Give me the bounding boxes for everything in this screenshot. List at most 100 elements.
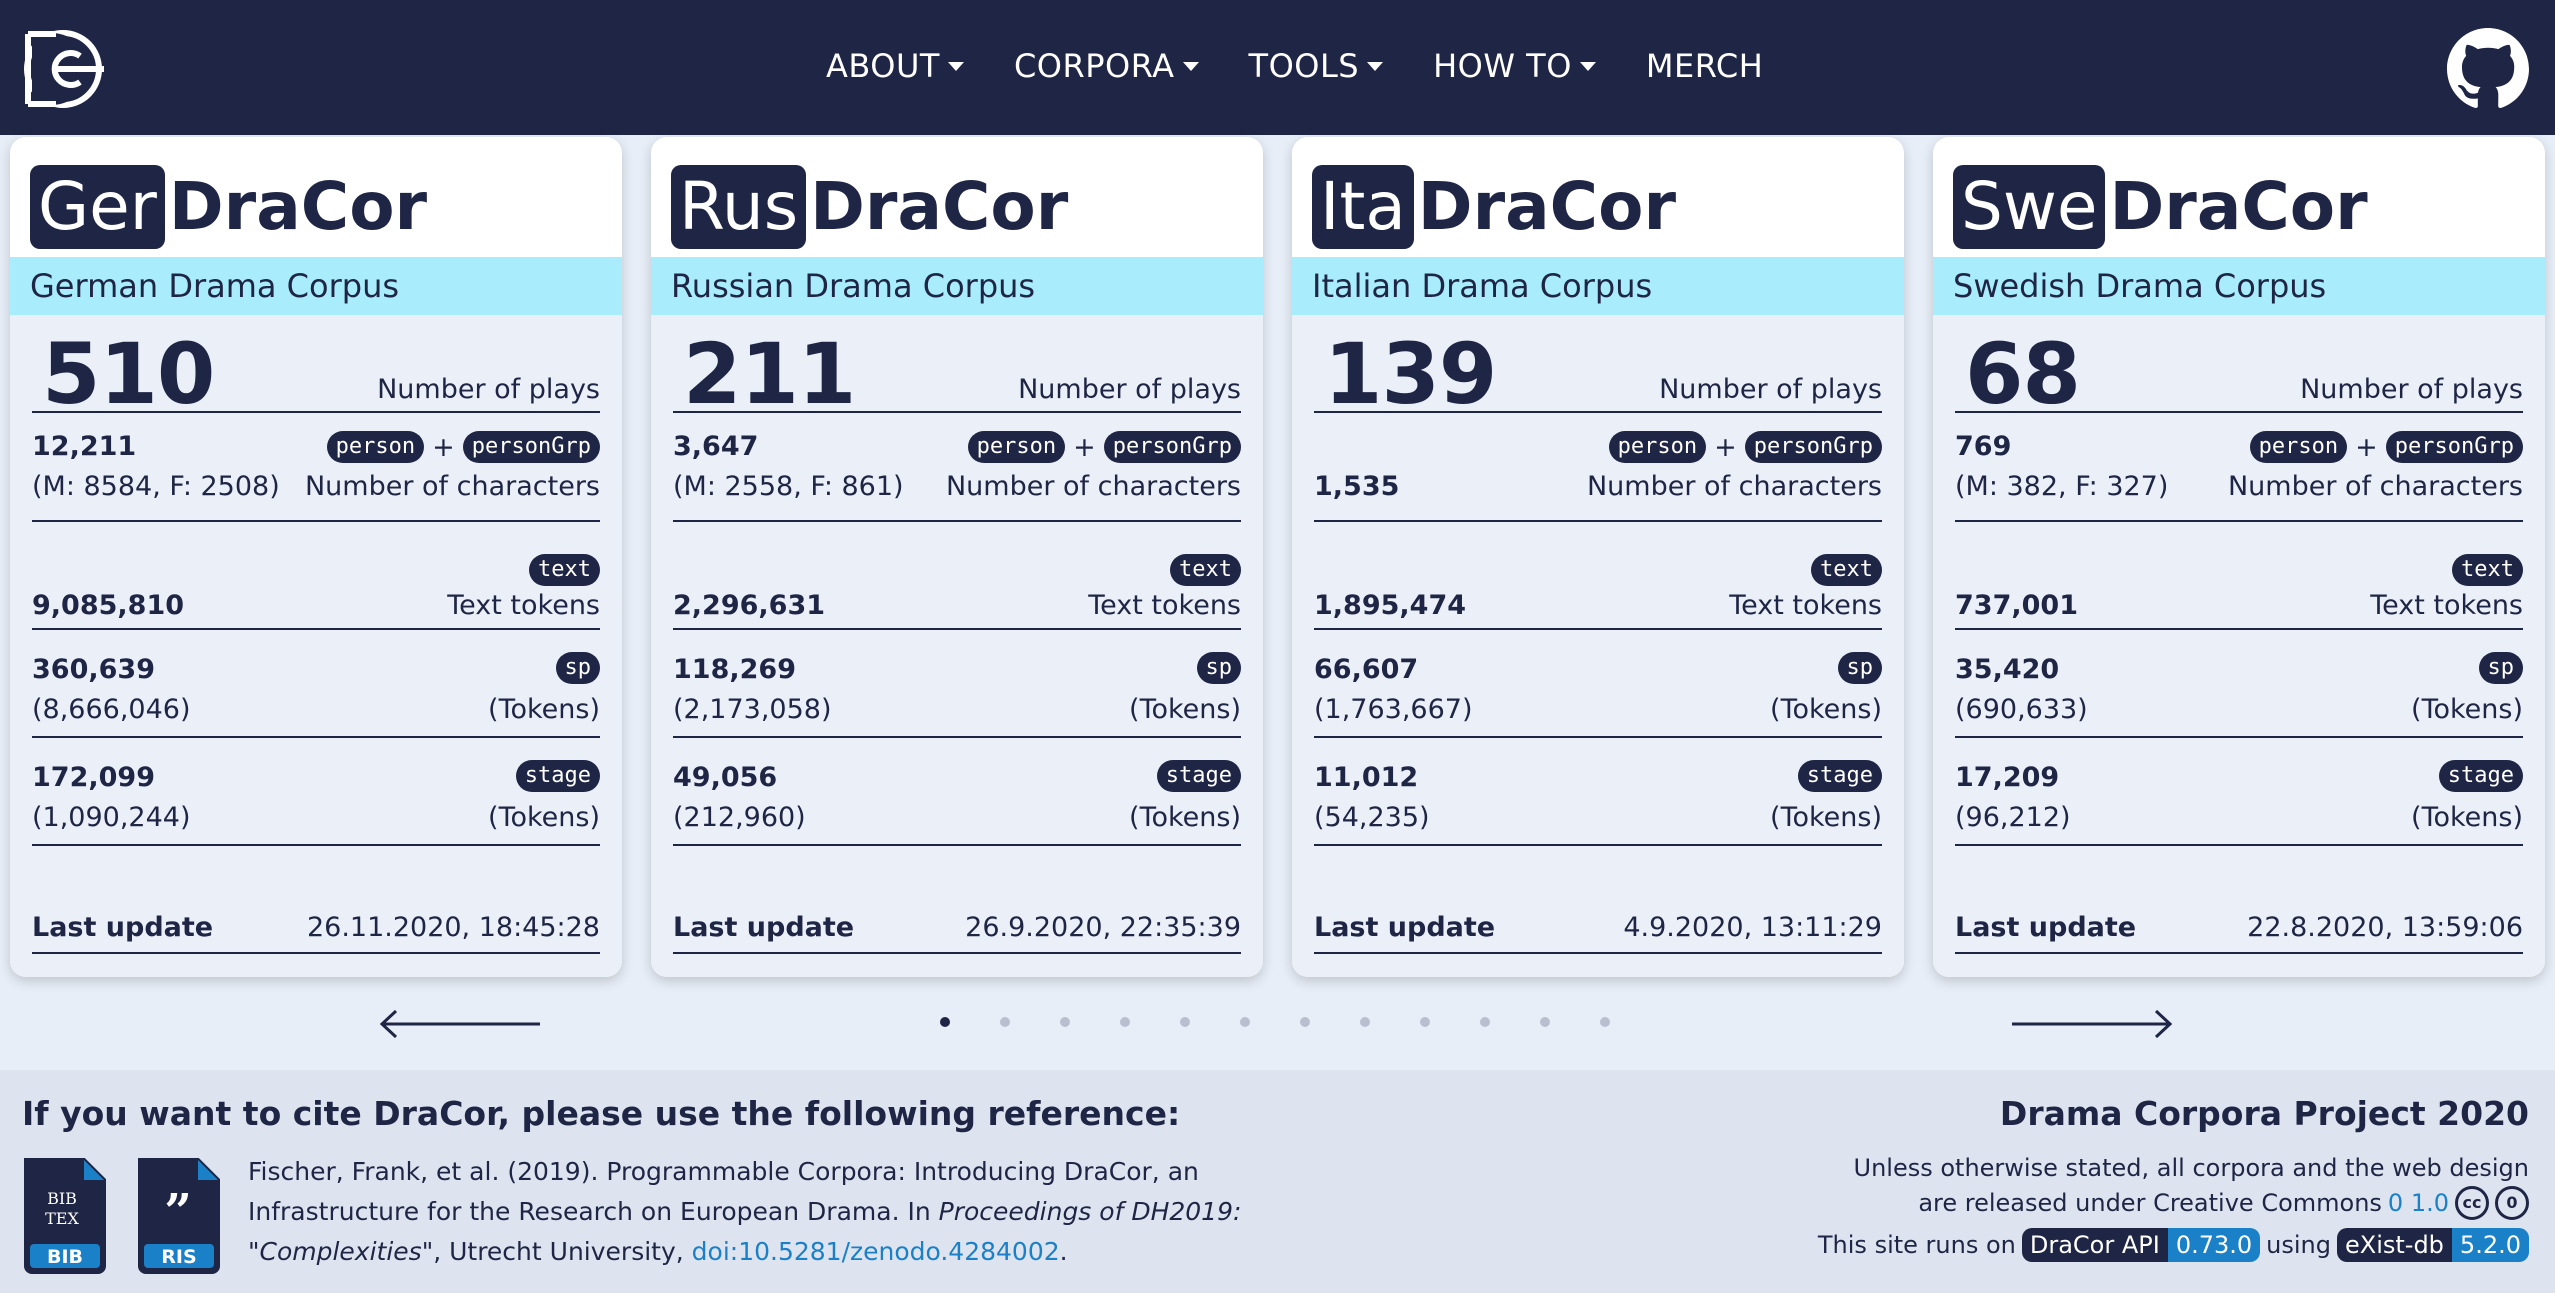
corpus-prefix: Ita <box>1312 164 1414 249</box>
nav-item-1[interactable]: CORPORA <box>1014 42 1199 90</box>
carousel-dots <box>940 1017 1660 1027</box>
text-tokens-label: Text tokens <box>447 590 600 621</box>
characters-gender: (M: 2558, F: 861) <box>673 471 904 502</box>
corpus-suffix: DraCor <box>1417 167 1676 245</box>
carousel-dot[interactable] <box>1240 1017 1250 1027</box>
github-icon[interactable] <box>2447 28 2529 110</box>
card-title[interactable]: Rus DraCor <box>651 137 1263 257</box>
text-tag-wrap: text <box>1170 554 1241 586</box>
person-tag: person <box>1608 431 1707 463</box>
creative-commons-icon: cc <box>2455 1186 2489 1220</box>
using-text: using <box>2266 1231 2331 1259</box>
api-name: DraCor API <box>2021 1228 2168 1262</box>
corpus-subtitle: Italian Drama Corpus <box>1292 257 1904 315</box>
corpus-card[interactable]: Rus DraCor Russian Drama Corpus 211 Number o… <box>651 137 1263 977</box>
nav-item-label: CORPORA <box>1013 47 1175 85</box>
carousel-dot[interactable] <box>940 1017 950 1027</box>
characters-tags: person + personGrp <box>1608 431 1882 463</box>
stage-tag: stage <box>1797 760 1882 792</box>
text-tokens-label: Text tokens <box>1088 590 1241 621</box>
carousel-prev-arrow[interactable] <box>380 1009 540 1039</box>
text-tokens-count: 9,085,810 <box>32 590 185 621</box>
card-title[interactable]: Ita DraCor <box>1292 137 1904 257</box>
caret-down-icon <box>1182 61 1199 71</box>
card-stats: 211 Number of plays 3,647 (M: 2558, F: 861)… <box>651 315 1263 977</box>
project-title: Drama Corpora Project 2020 <box>1999 1094 2529 1133</box>
cc0-link[interactable]: 0 1.0 <box>2388 1189 2449 1217</box>
stage-tag: stage <box>515 760 600 792</box>
license-line-2: are released under Creative Commons 0 1.… <box>1918 1186 2529 1220</box>
text-tag-wrap: text <box>2452 554 2523 586</box>
plays-count: 139 <box>1324 325 1497 423</box>
license-text-1: Unless otherwise stated, all corpora and… <box>1853 1154 2529 1182</box>
nav-item-label: TOOLS <box>1248 47 1360 85</box>
corpus-card[interactable]: Ita DraCor Italian Drama Corpus 139 Number o… <box>1292 137 1904 977</box>
corpus-subtitle: German Drama Corpus <box>10 257 622 315</box>
nav-item-3[interactable]: HOW TO <box>1433 42 1596 90</box>
carousel-dot[interactable] <box>1300 1017 1310 1027</box>
stage-tag: stage <box>1156 760 1241 792</box>
carousel-dot[interactable] <box>1360 1017 1370 1027</box>
plays-count: 211 <box>683 325 856 423</box>
dracor-logo[interactable] <box>22 28 104 110</box>
corpus-card[interactable]: Swe DraCor Swedish Drama Corpus 68 Number of… <box>1933 137 2545 977</box>
nav-item-0[interactable]: ABOUT <box>826 42 964 90</box>
characters-label: Number of characters <box>2227 471 2523 502</box>
sp-tokens: (8,666,046) <box>32 694 191 725</box>
stage-tag-wrap: stage <box>2438 760 2523 792</box>
corpus-subtitle: Russian Drama Corpus <box>651 257 1263 315</box>
corpus-prefix: Ger <box>30 164 165 249</box>
corpus-subtitle: Swedish Drama Corpus <box>1933 257 2545 315</box>
last-update-label: Last update <box>673 912 855 943</box>
plays-count: 510 <box>42 325 215 423</box>
corpus-suffix: DraCor <box>810 167 1069 245</box>
stage-count: 17,209 <box>1955 762 2060 793</box>
corpora-carousel: Ger DraCor German Drama Corpus 510 Number of… <box>0 135 2555 1070</box>
characters-tags: person + personGrp <box>2249 431 2523 463</box>
stage-count: 49,056 <box>673 762 778 793</box>
stage-row: 49,056 (212,960) stage (Tokens) <box>673 738 1241 846</box>
citation-text: Fischer, Frank, et al. (2019). Programma… <box>248 1152 1288 1272</box>
card-title[interactable]: Swe DraCor <box>1933 137 2545 257</box>
sp-tag: sp <box>555 652 600 684</box>
existdb-version-badge[interactable]: eXist-db 5.2.0 <box>2337 1228 2529 1262</box>
carousel-next-arrow[interactable] <box>2012 1009 2172 1039</box>
carousel-dot[interactable] <box>1180 1017 1190 1027</box>
bibtex-file-icon[interactable]: BIB TEX BIB <box>22 1156 108 1274</box>
plays-label: Number of plays <box>2300 374 2523 405</box>
plays-row: 68 Number of plays <box>1955 315 2523 423</box>
stage-row: 172,099 (1,090,244) stage (Tokens) <box>32 738 600 846</box>
ris-file-icon[interactable]: ” RIS <box>136 1156 222 1274</box>
carousel-dot[interactable] <box>1540 1017 1550 1027</box>
carousel-dot[interactable] <box>1000 1017 1010 1027</box>
nav-item-label: HOW TO <box>1433 47 1572 85</box>
carousel-dot[interactable] <box>1060 1017 1070 1027</box>
svg-text:BIB: BIB <box>47 1189 77 1208</box>
citation-end: . <box>1059 1237 1068 1266</box>
carousel-dot[interactable] <box>1420 1017 1430 1027</box>
sp-count: 360,639 <box>32 654 155 685</box>
nav-item-4[interactable]: MERCH <box>1646 42 1763 90</box>
carousel-dot[interactable] <box>1480 1017 1490 1027</box>
main-nav: ABOUT CORPORA TOOLS HOW TO MERCH <box>826 42 1813 90</box>
nav-item-2[interactable]: TOOLS <box>1249 42 1384 90</box>
carousel-dot[interactable] <box>1600 1017 1610 1027</box>
card-title[interactable]: Ger DraCor <box>10 137 622 257</box>
last-update-label: Last update <box>1314 912 1496 943</box>
api-version-badge[interactable]: DraCor API 0.73.0 <box>2021 1228 2261 1262</box>
text-tokens-count: 2,296,631 <box>673 590 826 621</box>
carousel-dot[interactable] <box>1120 1017 1130 1027</box>
characters-tags: person + personGrp <box>326 431 600 463</box>
sp-tag: sp <box>2478 652 2523 684</box>
citation-doi-link[interactable]: doi:10.5281/zenodo.4284002 <box>692 1237 1060 1266</box>
text-tokens-row: text 737,001 Text tokens <box>1955 522 2523 630</box>
plays-count: 68 <box>1965 325 2081 423</box>
characters-row: 769 (M: 382, F: 327) person + personGrp Numbe… <box>1955 413 2523 522</box>
last-update-label: Last update <box>32 912 214 943</box>
corpus-card[interactable]: Ger DraCor German Drama Corpus 510 Number of… <box>10 137 622 977</box>
stage-row: 11,012 (54,235) stage (Tokens) <box>1314 738 1882 846</box>
stage-tag-wrap: stage <box>1797 760 1882 792</box>
stage-tokens-label: (Tokens) <box>488 802 600 833</box>
text-tag-wrap: text <box>529 554 600 586</box>
license-line-1: Unless otherwise stated, all corpora and… <box>1854 1154 2529 1182</box>
